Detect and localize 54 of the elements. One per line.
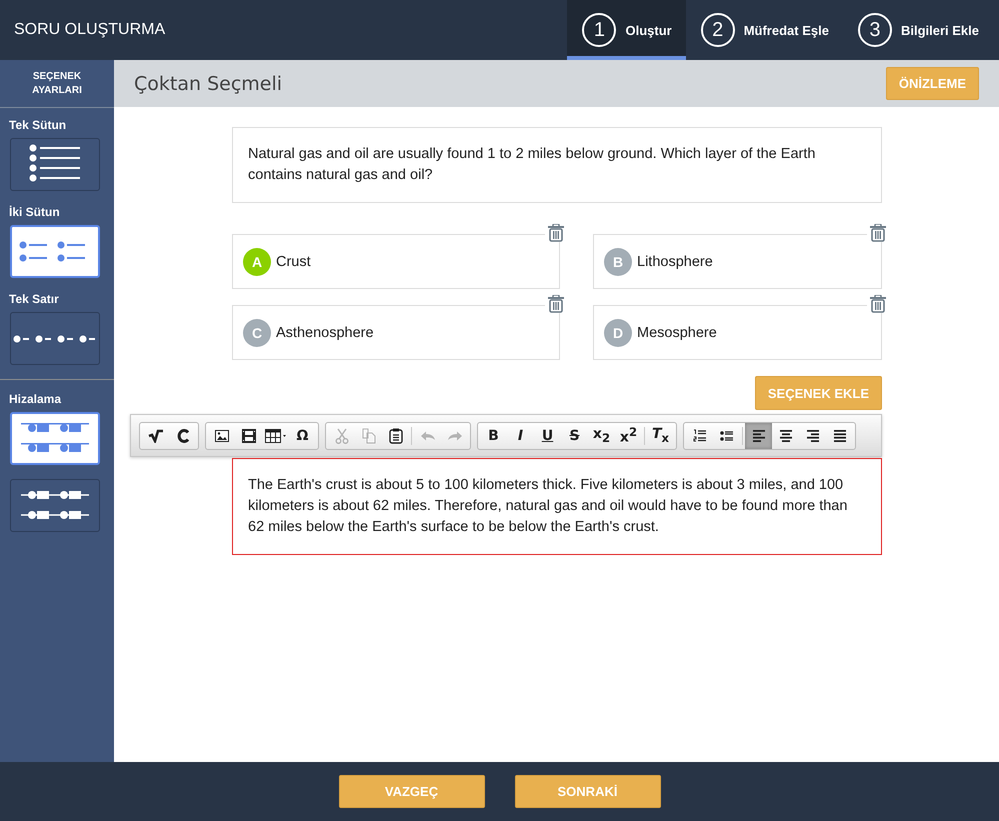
app-title: SORU OLUŞTURMA: [14, 21, 166, 39]
page-title: Çoktan Seçmeli: [134, 72, 282, 94]
char-button[interactable]: x$_{2}$: [588, 422, 615, 448]
scissors-icon: [334, 428, 348, 444]
choice-field[interactable]: A Crust: [232, 234, 560, 289]
step-number: 3: [858, 13, 892, 47]
table-icon: [264, 428, 286, 442]
choice-text: Mesosphere: [637, 324, 717, 340]
alignment-label: Hizalama: [9, 392, 62, 406]
question-field[interactable]: Natural gas and oil are usually found 1 to 2 miles below ground. Which layer of the Earth contains natural gas and oil?: [232, 127, 882, 203]
numbered-list-icon: [692, 428, 706, 442]
choice-field[interactable]: D Mesosphere: [593, 305, 882, 360]
c-shape-icon: [176, 428, 188, 442]
question-text: Natural gas and oil are usually found 1 to 2 miles below ground. Which layer of the Earth contains natural gas and oil?: [248, 146, 816, 183]
choice-field[interactable]: C Asthenosphere: [232, 305, 560, 360]
square-root-icon: [148, 428, 164, 442]
alignment-option[interactable]: [10, 479, 100, 532]
step-tab[interactable]: 2 Müfredat Eşle: [686, 0, 843, 60]
step-number: 2: [700, 13, 735, 47]
align-left-button[interactable]: [745, 422, 772, 448]
row-layout-icon: [13, 334, 97, 344]
layout-label: Tek Satır: [9, 292, 60, 306]
choice-text: Lithosphere: [637, 254, 713, 270]
char-button[interactable]: I: [507, 422, 534, 448]
bullet-list-icon: [720, 430, 734, 442]
layout-label: Tek Sütun: [9, 118, 68, 132]
layout-label: İki Sütun: [9, 205, 61, 219]
explanation-text: The Earth's crust is about 5 to 100 kilometers thick. Five kilometers is about 3 miles, and 100 kilometers is about 62 miles. Therefore, natural gas and oil would have to be found more than 62 miles below the Earth's surface to be below the Earth's crust.: [248, 477, 848, 535]
sidebar-heading: SEÇENEK AYARLARI: [31, 70, 83, 98]
explanation-field[interactable]: [232, 458, 882, 555]
redo-icon: [446, 430, 462, 442]
layout-option[interactable]: [10, 138, 100, 191]
align-right-icon: [804, 428, 820, 442]
strike-button[interactable]: S: [561, 422, 588, 448]
step-tab[interactable]: 3 Bilgileri Ekle: [842, 0, 993, 60]
copy-icon: [362, 428, 376, 444]
choice-field[interactable]: B Lithosphere: [593, 234, 882, 289]
align-left-icon: [750, 428, 766, 442]
choice-text: Crust: [276, 254, 311, 270]
align-center-icon: [778, 428, 794, 442]
underline-button[interactable]: U: [534, 422, 561, 448]
film-icon: [240, 428, 256, 444]
image-icon: [214, 430, 228, 442]
char-button[interactable]: T$_{x}$: [647, 422, 674, 448]
clipboard-icon: [388, 428, 402, 444]
undo-icon: [420, 430, 436, 442]
char-button[interactable]: B: [480, 422, 507, 448]
justify-icon: [832, 428, 848, 442]
char-button[interactable]: Ω: [289, 422, 316, 448]
char-button[interactable]: x$^{2}$: [615, 422, 642, 448]
step-tab[interactable]: 1 Oluştur: [567, 0, 686, 60]
choice-text: Asthenosphere: [276, 324, 374, 340]
step-number: 1: [582, 13, 616, 47]
layout-option[interactable]: [10, 312, 100, 365]
